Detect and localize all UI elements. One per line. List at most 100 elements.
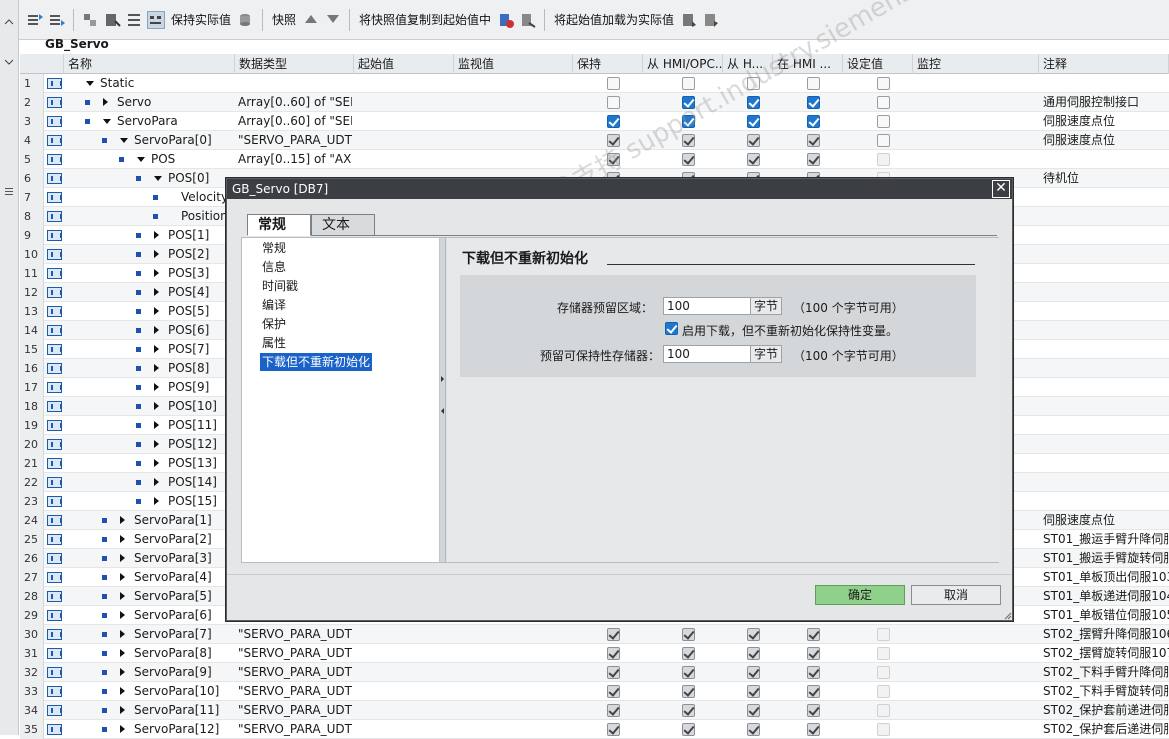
table-row[interactable]: 2 Servo Array[0..60] of "SER... 通用伺服控制接口	[20, 93, 1169, 112]
attribute-checkbox[interactable]	[877, 96, 890, 109]
member-name[interactable]: ServoPara[1]	[134, 511, 212, 530]
close-icon[interactable]: ✕	[992, 180, 1010, 198]
data-type-cell[interactable]: Array[0..15] of "AXI...	[238, 150, 352, 169]
load-start-as-actual-button[interactable]: 将起始值加载为实际值	[550, 8, 678, 32]
attribute-checkbox[interactable]	[607, 647, 620, 660]
attribute-checkbox[interactable]	[682, 153, 695, 166]
member-name[interactable]: ServoPara[7]	[134, 625, 212, 644]
tab-texts[interactable]: 文本	[311, 214, 375, 236]
expand-arrow-icon[interactable]	[120, 725, 125, 733]
column-writable-hmi[interactable]: 从 H...	[723, 54, 773, 74]
column-data-type[interactable]: 数据类型	[235, 54, 354, 74]
comment-cell[interactable]: ST02_下料手臂旋转伺服	[1043, 682, 1169, 701]
table-row[interactable]: 32 ServoPara[9] "SERVO_PARA_UDT" ST02_下料手臂升…	[20, 663, 1169, 682]
attribute-checkbox[interactable]	[607, 77, 620, 90]
nav-item-attributes[interactable]: 属性	[260, 334, 288, 352]
collapse-arrow-icon[interactable]	[137, 157, 145, 162]
attribute-checkbox[interactable]	[807, 115, 820, 128]
copy-snapshot-icon[interactable]	[302, 11, 320, 29]
expand-arrow-icon[interactable]	[154, 440, 159, 448]
attribute-checkbox[interactable]	[877, 666, 890, 679]
attribute-checkbox[interactable]	[607, 96, 620, 109]
column-comment[interactable]: 注释	[1039, 54, 1169, 74]
member-name[interactable]: ServoPara[5]	[134, 587, 212, 606]
column-name[interactable]: 名称	[64, 54, 235, 74]
comment-cell[interactable]: ST01_单板递进伺服104	[1043, 587, 1169, 606]
table-row[interactable]: 3 ServoPara Array[0..60] of "SER... 伺服速度点位	[20, 112, 1169, 131]
attribute-checkbox[interactable]	[807, 685, 820, 698]
collapse-all-icon[interactable]	[103, 11, 121, 29]
expand-arrow-icon[interactable]	[120, 554, 125, 562]
add-row-icon[interactable]	[48, 11, 66, 29]
attribute-checkbox[interactable]	[877, 628, 890, 641]
data-type-cell[interactable]: "SERVO_PARA_UDT"	[238, 701, 352, 720]
attribute-checkbox[interactable]	[877, 685, 890, 698]
expand-arrow-icon[interactable]	[154, 345, 159, 353]
attribute-checkbox[interactable]	[682, 77, 695, 90]
snapshot-button[interactable]: 快照	[268, 8, 300, 32]
member-name[interactable]: ServoPara[6]	[134, 606, 212, 625]
comment-cell[interactable]: ST02_保护套后递进伺服	[1043, 720, 1169, 739]
copy-snapshot-icon-2[interactable]	[324, 11, 342, 29]
attribute-checkbox[interactable]	[607, 666, 620, 679]
comment-cell[interactable]: ST01_搬运手臂旋转伺服	[1043, 549, 1169, 568]
expand-arrow-icon[interactable]	[154, 250, 159, 258]
expand-all-icon[interactable]	[81, 11, 99, 29]
member-name[interactable]: ServoPara[2]	[134, 530, 212, 549]
member-name[interactable]: POS[9]	[168, 378, 209, 397]
upload-icon[interactable]	[702, 11, 720, 29]
member-name[interactable]: POS[3]	[168, 264, 209, 283]
member-name[interactable]: ServoPara	[117, 112, 178, 131]
attribute-checkbox[interactable]	[807, 723, 820, 736]
column-supervision[interactable]: 监控	[913, 54, 1039, 74]
member-name[interactable]: POS[6]	[168, 321, 209, 340]
member-name[interactable]: POS[14]	[168, 473, 217, 492]
table-row[interactable]: 5 POS Array[0..15] of "AXI...	[20, 150, 1169, 169]
member-name[interactable]: ServoPara[10]	[134, 682, 219, 701]
attribute-checkbox[interactable]	[682, 685, 695, 698]
attribute-checkbox[interactable]	[607, 704, 620, 717]
comment-cell[interactable]: 伺服速度点位	[1043, 131, 1169, 150]
resize-grip-icon[interactable]	[1004, 612, 1012, 620]
comment-cell[interactable]: 伺服速度点位	[1043, 112, 1169, 131]
data-type-cell[interactable]: "SERVO_PARA_UDT"	[238, 720, 352, 739]
table-row[interactable]: 31 ServoPara[8] "SERVO_PARA_UDT" ST02_摆臂旋转伺…	[20, 644, 1169, 663]
comment-cell[interactable]	[1043, 359, 1169, 378]
cancel-button[interactable]: 取消	[911, 585, 1001, 605]
member-name[interactable]: Servo	[117, 93, 151, 112]
tab-general[interactable]: 常规	[247, 214, 311, 236]
comment-cell[interactable]: ST01_单板错位伺服105	[1043, 606, 1169, 625]
comment-cell[interactable]: 待机位	[1043, 169, 1169, 188]
table-row[interactable]: 35 ServoPara[12] "SERVO_PARA_UDT" ST02_保护套后…	[20, 720, 1169, 739]
nav-item-general[interactable]: 常规	[260, 239, 288, 257]
ok-button[interactable]: 确定	[815, 585, 905, 605]
column-monitor-value[interactable]: 监视值	[454, 54, 573, 74]
comment-cell[interactable]: ST02_下料手臂升降伺服	[1043, 663, 1169, 682]
member-name[interactable]: Static	[100, 74, 134, 93]
member-name[interactable]: ServoPara[3]	[134, 549, 212, 568]
attribute-checkbox[interactable]	[747, 153, 760, 166]
expand-arrow-icon[interactable]	[120, 649, 125, 657]
attribute-checkbox[interactable]	[747, 723, 760, 736]
expand-arrow-icon[interactable]	[120, 630, 125, 638]
comment-cell[interactable]	[1043, 150, 1169, 169]
attribute-checkbox[interactable]	[747, 96, 760, 109]
member-name[interactable]: ServoPara[0]	[134, 131, 212, 150]
attribute-checkbox[interactable]	[747, 685, 760, 698]
attribute-checkbox[interactable]	[607, 723, 620, 736]
expand-arrow-icon[interactable]	[120, 668, 125, 676]
nav-item-protection[interactable]: 保护	[260, 315, 288, 333]
member-name[interactable]: POS[5]	[168, 302, 209, 321]
column-retain[interactable]: 保持	[573, 54, 643, 74]
attribute-checkbox[interactable]	[807, 77, 820, 90]
comment-cell[interactable]	[1043, 226, 1169, 245]
expand-arrow-icon[interactable]	[154, 497, 159, 505]
comment-cell[interactable]	[1043, 245, 1169, 264]
db-load-icon[interactable]	[497, 11, 515, 29]
attribute-checkbox[interactable]	[747, 77, 760, 90]
member-name[interactable]: POS[4]	[168, 283, 209, 302]
data-type-cell[interactable]: "SERVO_PARA_UDT"	[238, 625, 352, 644]
attribute-checkbox[interactable]	[877, 723, 890, 736]
attribute-checkbox[interactable]	[877, 77, 890, 90]
expand-arrow-icon[interactable]	[154, 364, 159, 372]
